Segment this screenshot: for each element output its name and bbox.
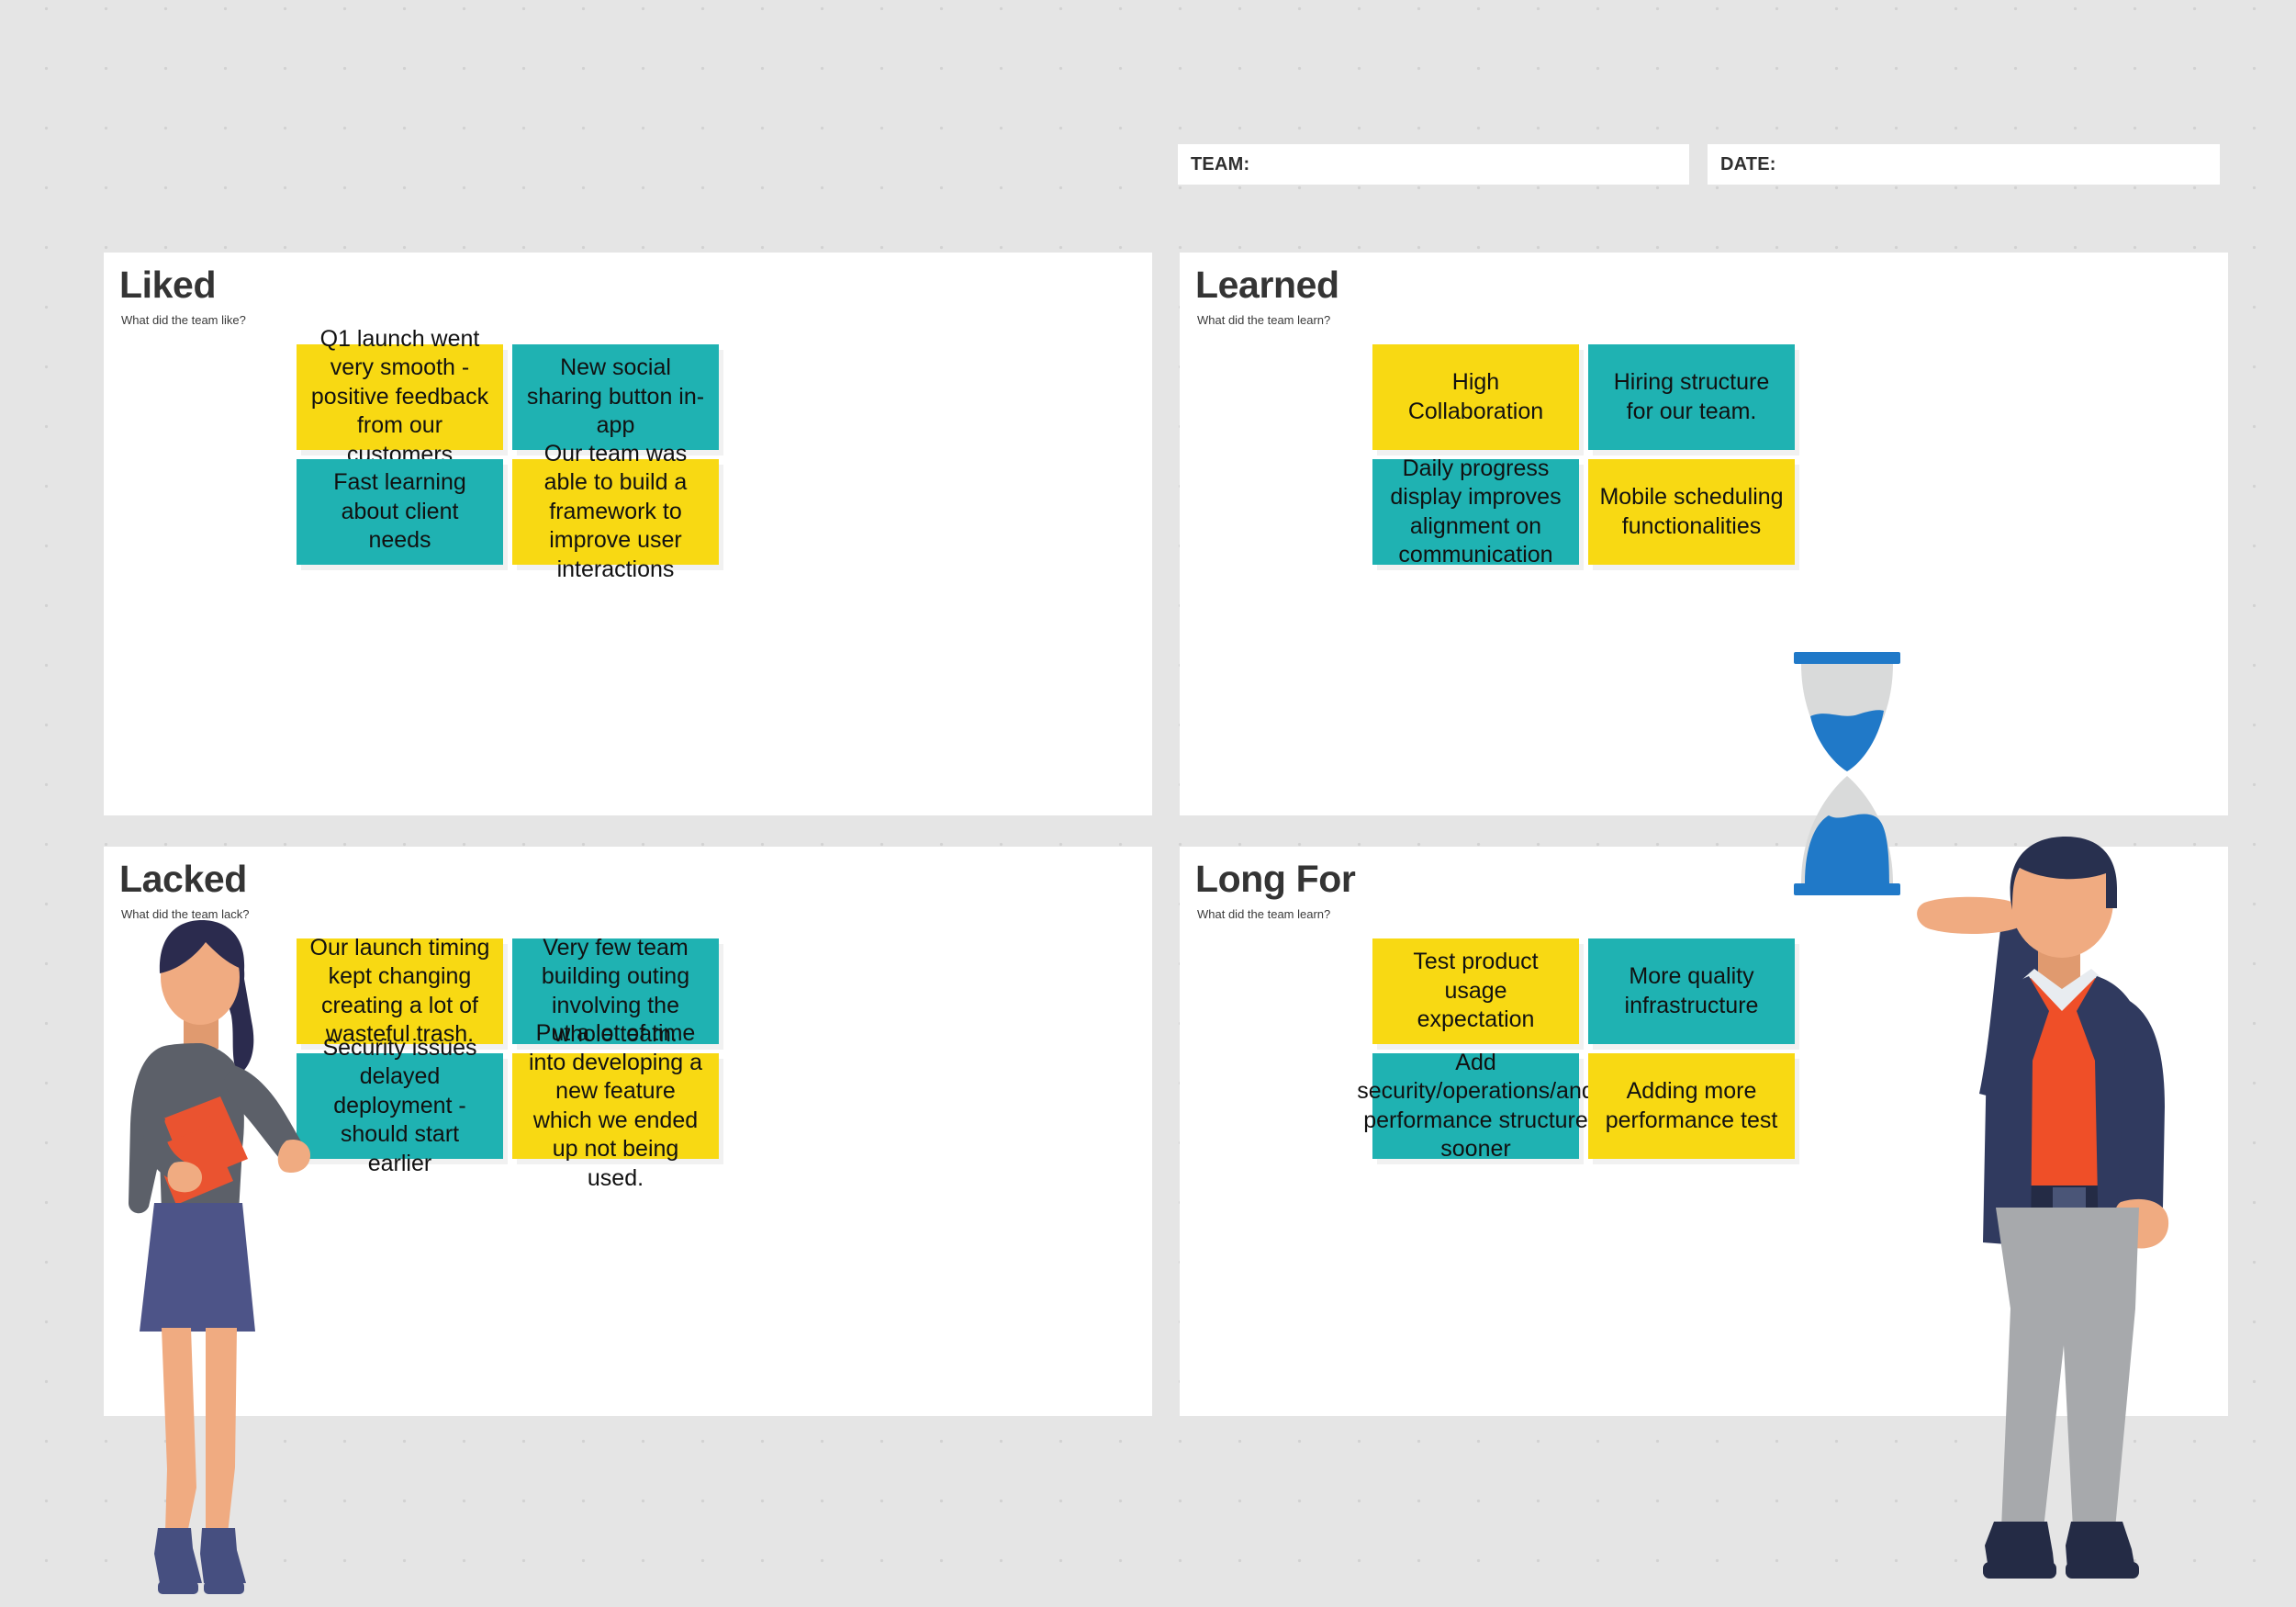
sticky-note[interactable]: High Collaboration — [1372, 344, 1579, 450]
team-field[interactable]: TEAM: — [1178, 144, 1689, 185]
panel-title-learned: Learned — [1195, 264, 1339, 306]
man-illustration — [1917, 837, 2169, 1579]
quadrant-liked[interactable]: Liked What did the team like? Q1 launch … — [104, 253, 1152, 815]
date-field[interactable]: DATE: — [1708, 144, 2220, 185]
sticky-note[interactable]: Our team was able to build a framework t… — [512, 441, 719, 582]
panel-title-lacked: Lacked — [119, 858, 247, 900]
hourglass-icon — [1794, 652, 1900, 895]
quadrant-learned[interactable]: Learned What did the team learn? High Co… — [1180, 253, 2228, 815]
sticky-note[interactable]: Mobile scheduling functionalities — [1588, 459, 1795, 565]
sticky-note[interactable]: Hiring structure for our team. — [1588, 344, 1795, 450]
panel-subtitle-liked: What did the team like? — [121, 313, 246, 327]
sticky-note[interactable]: More quality infrastructure — [1588, 938, 1795, 1044]
panel-title-liked: Liked — [119, 264, 217, 306]
panel-subtitle-learned: What did the team learn? — [1197, 313, 1331, 327]
team-label: TEAM: — [1191, 153, 1250, 174]
sticky-note[interactable]: Test product usage expectation — [1372, 938, 1579, 1044]
sticky-note[interactable]: Fast learning about client needs — [297, 459, 503, 565]
sticky-note[interactable]: Adding more performance test — [1588, 1053, 1795, 1159]
sticky-note[interactable]: New social sharing button in-app — [512, 344, 719, 450]
sticky-note[interactable]: Q1 launch went very smooth - positive fe… — [297, 326, 503, 467]
sticky-note[interactable]: Security issues delayed deployment - sho… — [297, 1035, 503, 1176]
sticky-note[interactable]: Our launch timing kept changing creating… — [297, 935, 503, 1047]
panel-title-long-for: Long For — [1195, 858, 1356, 900]
date-label: DATE: — [1720, 153, 1776, 174]
woman-illustration — [129, 920, 310, 1594]
panel-subtitle-long-for: What did the team learn? — [1197, 907, 1331, 921]
sticky-note[interactable]: Add security/operations/and performance … — [1357, 1050, 1594, 1163]
sticky-note[interactable]: Daily progress display improves alignmen… — [1372, 455, 1579, 568]
sticky-note[interactable]: Put a lot of time into developing a new … — [512, 1020, 719, 1191]
